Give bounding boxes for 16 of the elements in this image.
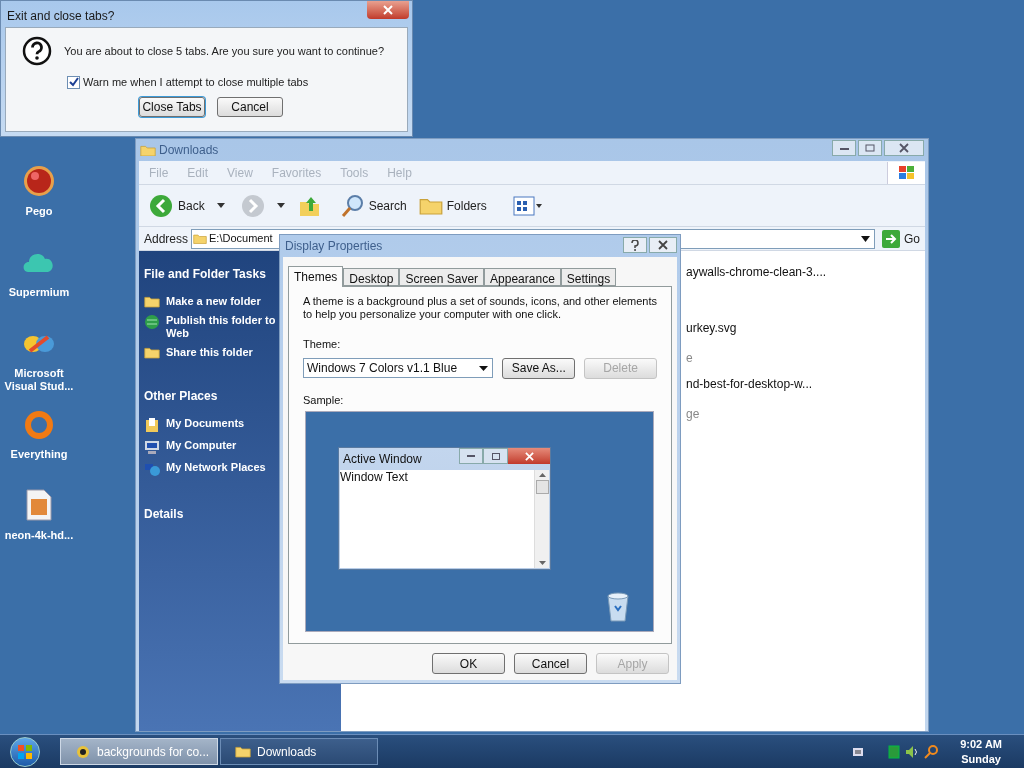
window-title: Exit and close tabs? <box>7 8 115 25</box>
sample-window-text: Window Text <box>340 470 408 484</box>
warn-label: Warn me when I attempt to close multiple tabs <box>83 75 309 90</box>
window-title: Downloads <box>159 142 219 159</box>
address-text: E:\Document <box>209 231 273 247</box>
file-detail: e <box>686 350 694 367</box>
dialog-message: You are about to close 5 tabs. Are you sure you want to continue? <box>64 43 385 59</box>
clock-day: Sunday <box>961 751 1001 767</box>
file-detail: ge <box>686 406 701 423</box>
theme-label: Theme: <box>303 337 342 352</box>
window-title: Display Properties <box>285 238 383 255</box>
sample-label: Sample: <box>303 392 345 408</box>
clock-time: 9:02 AM <box>960 736 1002 752</box>
address-label: Address <box>144 230 189 248</box>
theme-description: A theme is a background plus a set of sounds, icons, and other elements to help you personalize your computer with one click. <box>303 295 658 321</box>
sample-window-title: Active Window <box>343 451 422 468</box>
